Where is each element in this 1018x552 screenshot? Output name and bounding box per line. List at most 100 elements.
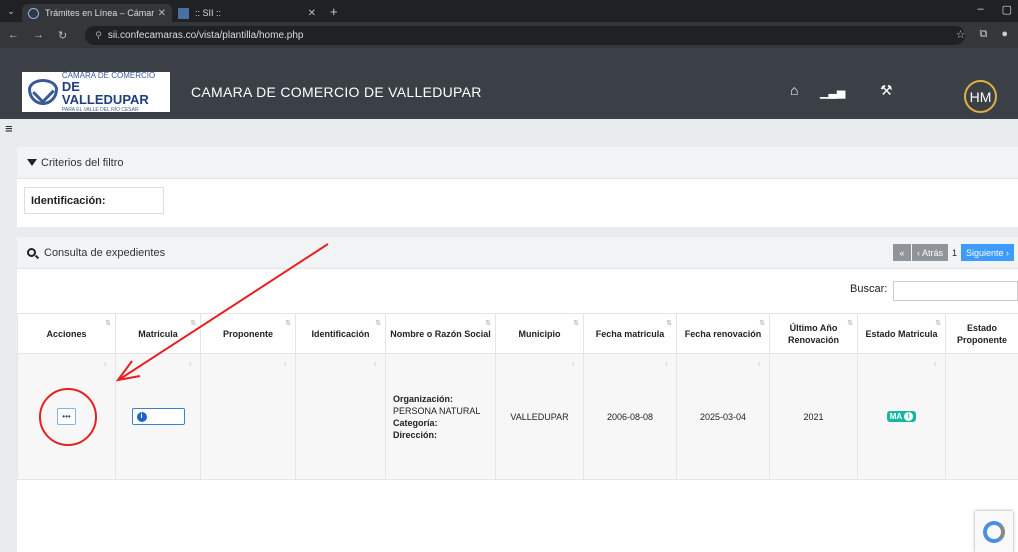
extensions-icon[interactable]: ⧉ xyxy=(979,28,987,41)
stats-icon[interactable]: ▁▃▅ xyxy=(820,86,845,99)
site-info-icon[interactable]: ⚲ xyxy=(95,30,102,41)
col-proponente[interactable]: Proponente ⇅ xyxy=(200,313,296,354)
col-acciones[interactable]: Acciones ⇅ xyxy=(17,313,116,354)
close-icon[interactable]: ✕ xyxy=(308,8,316,19)
cell-razon-social: Organización: PERSONA NATURAL Categoría:… xyxy=(385,353,496,480)
sort-icon: ⇅ xyxy=(847,320,853,327)
sort-icon: ⇅ xyxy=(375,320,381,327)
arrow-up-icon: ↑ xyxy=(933,360,937,369)
first-page-button[interactable]: « xyxy=(892,244,911,261)
toolbar-actions: ☆ ⧉ ● xyxy=(956,28,1008,41)
cell-proponente: ↑ xyxy=(200,353,296,480)
sort-icon: ⇅ xyxy=(190,320,196,327)
browser-tab-tramites[interactable]: Trámites en Línea – Cámara de ✕ xyxy=(22,4,172,22)
tab-title: :: SII :: xyxy=(195,8,222,18)
info-icon: i xyxy=(136,411,147,422)
cell-estado-matricula: ↑ MA i xyxy=(857,353,946,480)
tab-search-button[interactable]: ⌄ xyxy=(0,0,22,22)
col-fecha-matricula[interactable]: Fecha matricula ⇅ xyxy=(583,313,677,354)
sort-icon: ⇅ xyxy=(285,320,291,327)
matricula-info-button[interactable]: i xyxy=(131,408,185,425)
browser-tab-sii[interactable]: :: SII :: ✕ xyxy=(172,4,322,22)
fecha-renovacion-value: 2025-03-04 xyxy=(699,411,747,422)
header-label: Estado Proponente xyxy=(956,322,1007,345)
window-controls: – ▢ xyxy=(977,3,1012,16)
tab-title: Trámites en Línea – Cámara de xyxy=(45,8,154,18)
filter-icon xyxy=(27,159,37,166)
identificacion-filter[interactable]: Identificación: xyxy=(24,187,164,214)
col-estado-matricula[interactable]: Estado Matricula ⇅ xyxy=(857,313,946,354)
back-icon[interactable]: ← xyxy=(8,29,19,41)
actions-menu-button[interactable]: ••• xyxy=(57,408,76,425)
cell-identificacion: ↑ xyxy=(295,353,386,480)
header-label: Último Año Renovación xyxy=(787,322,839,345)
prev-page-button[interactable]: ‹ Atrás xyxy=(911,244,948,261)
recaptcha-badge[interactable] xyxy=(975,511,1013,552)
col-matricula[interactable]: Matricula ⇅ xyxy=(115,313,201,354)
logo[interactable]: CÁMARA DE COMERCIO DE VALLEDUPAR PARA EL… xyxy=(22,71,170,113)
arrow-up-icon: ↑ xyxy=(373,360,377,369)
consulta-header: Consulta de expedientes « ‹ Atrás 1 Sigu… xyxy=(17,237,1018,269)
cell-matricula: ↑ i xyxy=(115,353,201,480)
header-label: Nombre o Razón Social xyxy=(390,328,491,339)
org-value: PERSONA NATURAL xyxy=(393,405,481,416)
consulta-panel: Consulta de expedientes « ‹ Atrás 1 Sigu… xyxy=(17,237,1018,552)
current-page: 1 xyxy=(951,247,957,258)
sort-icon: ⇅ xyxy=(485,320,491,327)
header-label: Identificación xyxy=(311,328,370,339)
avatar[interactable]: HM xyxy=(964,80,997,113)
url-text: sii.confecamaras.co/vista/plantilla/home… xyxy=(107,29,304,41)
search-input[interactable] xyxy=(893,281,1018,301)
next-page-button[interactable]: Siguiente › xyxy=(960,244,1014,261)
new-tab-button[interactable]: + xyxy=(330,4,338,19)
col-identificacion[interactable]: Identificación ⇅ xyxy=(295,313,386,354)
status-badge[interactable]: MA i xyxy=(886,411,917,422)
col-razon-social[interactable]: Nombre o Razón Social ⇅ xyxy=(385,313,496,354)
sort-icon: ⇅ xyxy=(105,320,111,327)
sort-icon: ⇅ xyxy=(666,320,672,327)
search-label: Buscar: xyxy=(850,283,888,295)
sort-icon: ⇅ xyxy=(759,320,765,327)
sort-icon: ⇅ xyxy=(573,320,579,327)
url-field[interactable]: ⚲ sii.confecamaras.co/vista/plantilla/ho… xyxy=(85,25,966,45)
recaptcha-icon xyxy=(983,520,1005,543)
tools-icon[interactable]: ⚒ xyxy=(880,82,893,99)
table-row: ↑ ••• ↑ i ↑ ↑ Organización: PERSONA NATURA… xyxy=(17,353,1018,480)
home-icon[interactable]: ⌂ xyxy=(790,82,798,98)
menu-toggle-icon[interactable]: ≡ xyxy=(5,122,19,136)
filter-header[interactable]: Criterios del filtro xyxy=(17,147,1018,179)
header-label: Acciones xyxy=(46,328,87,339)
header-label: Fecha matricula xyxy=(595,328,665,339)
expedientes-table: Acciones ⇅ Matricula ⇅ Proponente ⇅ Identif… xyxy=(17,313,1018,480)
logo-line2: DE VALLEDUPAR xyxy=(61,78,149,107)
municipio-value: VALLEDUPAR xyxy=(510,411,569,422)
app-title: CAMARA DE COMERCIO DE VALLEDUPAR xyxy=(191,84,482,100)
star-icon[interactable]: ☆ xyxy=(956,28,966,41)
info-icon: i xyxy=(904,412,914,421)
cell-estado-proponente xyxy=(945,353,1018,480)
minimize-icon[interactable]: – xyxy=(977,3,983,16)
browser-tab-bar: ⌄ Trámites en Línea – Cámara de ✕ :: SII… xyxy=(0,0,1018,22)
col-fecha-renovacion[interactable]: Fecha renovación ⇅ xyxy=(676,313,770,354)
forward-icon[interactable]: → xyxy=(33,29,44,41)
pagination: « ‹ Atrás 1 Siguiente › xyxy=(892,244,1014,261)
status-badge-label: MA xyxy=(889,412,903,421)
maximize-icon[interactable]: ▢ xyxy=(1002,3,1012,16)
profile-icon[interactable]: ● xyxy=(1001,28,1008,41)
logo-line3: PARA EL VALLE DEL RÍO CESAR xyxy=(61,106,139,113)
app-header: CÁMARA DE COMERCIO DE VALLEDUPAR PARA EL… xyxy=(0,48,1018,119)
cell-acciones: ↑ ••• xyxy=(17,353,116,480)
header-label: Fecha renovación xyxy=(684,328,762,339)
site-icon xyxy=(178,7,189,19)
filter-panel: Criterios del filtro Identificación: xyxy=(17,147,1018,227)
heart-icon xyxy=(28,7,39,19)
col-municipio[interactable]: Municipio ⇅ xyxy=(495,313,584,354)
address-bar: ← → ↻ ⚲ sii.confecamaras.co/vista/planti… xyxy=(0,22,1018,48)
col-ultimo-anio[interactable]: Último Año Renovación ⇅ xyxy=(769,313,858,354)
reload-icon[interactable]: ↻ xyxy=(58,29,67,42)
col-estado-proponente[interactable]: Estado Proponente xyxy=(945,313,1018,354)
org-label: Organización: xyxy=(393,393,454,404)
arrow-up-icon: ↑ xyxy=(188,360,192,369)
close-icon[interactable]: ✕ xyxy=(158,8,166,19)
cell-municipio: ↑ VALLEDUPAR xyxy=(495,353,584,480)
